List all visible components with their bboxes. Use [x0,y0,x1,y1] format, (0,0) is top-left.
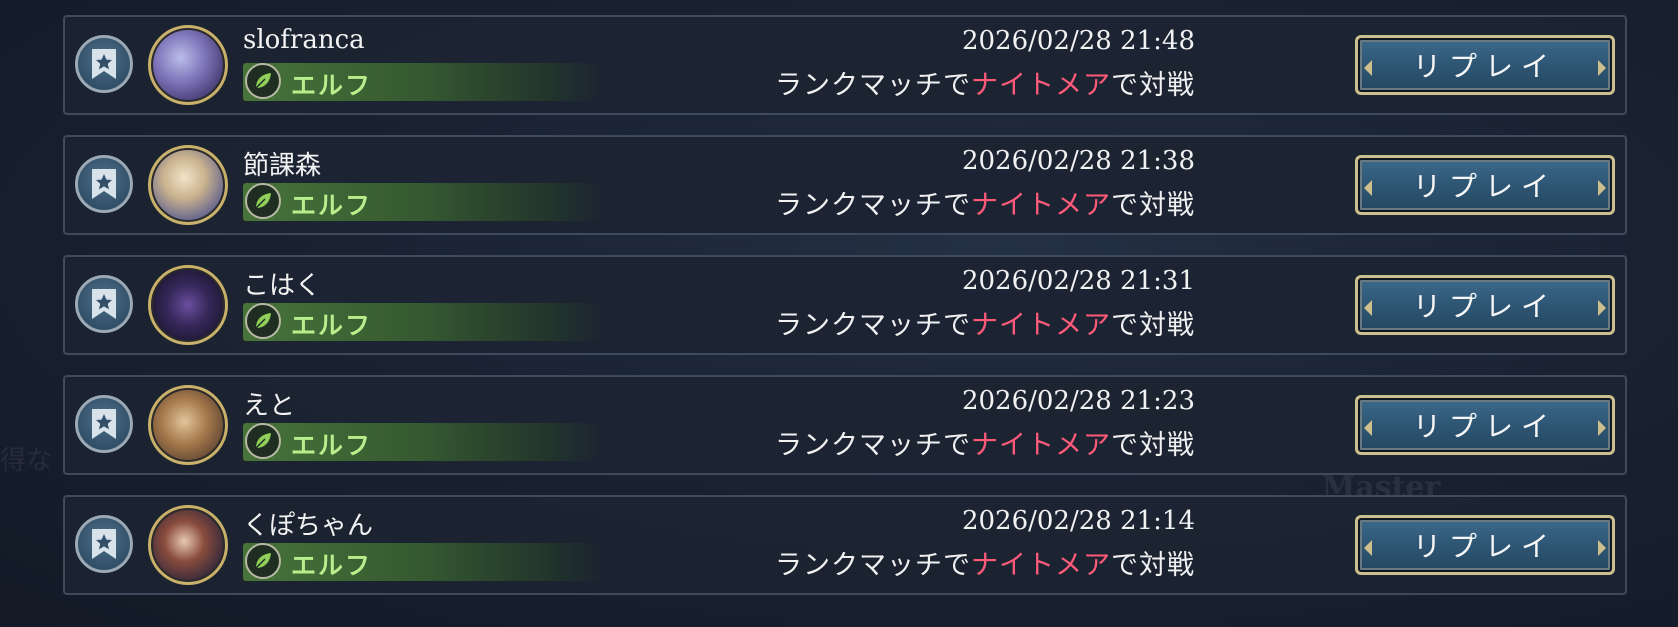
leaf-icon [245,183,281,219]
favorite-star-button[interactable] [75,515,133,573]
opponent-class: ナイトメア [971,550,1111,581]
replay-button-label: リプレイ [1412,170,1557,203]
replay-row: こはく エルフ 2026/02/28 21:31 ランクマッチでナイトメアで対戦… [63,255,1627,355]
replay-row: くぽちゃん エルフ 2026/02/28 21:14 ランクマッチでナイトメアで… [63,495,1627,595]
opponent-class: ナイトメア [971,70,1111,101]
class-bar: エルフ [243,543,603,581]
left-ornament-icon [1364,60,1372,76]
replay-button-label: リプレイ [1412,50,1557,83]
desc-prefix: ランクマッチで [775,430,971,461]
replay-button[interactable]: リプレイ [1355,35,1615,95]
class-label: エルフ [291,71,373,100]
right-ornament-icon [1598,60,1606,76]
class-bar: エルフ [243,63,603,101]
match-description: ランクマッチでナイトメアで対戦 [775,303,1195,342]
class-label: エルフ [291,551,373,580]
desc-suffix: で対戦 [1111,550,1195,581]
player-name: くぽちゃん [243,511,374,541]
replay-list: slofranca エルフ 2026/02/28 21:48 ランクマッチでナイ… [63,15,1627,615]
right-ornament-icon [1598,420,1606,436]
right-ornament-icon [1598,300,1606,316]
favorite-star-button[interactable] [75,155,133,213]
left-ornament-icon [1364,540,1372,556]
replay-button-label: リプレイ [1412,530,1557,563]
player-name: 節課森 [243,151,322,181]
player-avatar[interactable] [148,265,228,345]
class-label: エルフ [291,311,373,340]
left-ornament-icon [1364,180,1372,196]
match-datetime: 2026/02/28 21:48 [961,26,1195,56]
match-datetime: 2026/02/28 21:31 [961,266,1195,296]
player-avatar[interactable] [148,505,228,585]
class-label: エルフ [291,191,373,220]
star-bookmark-icon [92,409,116,439]
player-name: えと [243,391,296,421]
favorite-star-button[interactable] [75,395,133,453]
match-description: ランクマッチでナイトメアで対戦 [775,423,1195,462]
replay-row: 節課森 エルフ 2026/02/28 21:38 ランクマッチでナイトメアで対戦… [63,135,1627,235]
desc-prefix: ランクマッチで [775,550,971,581]
star-bookmark-icon [92,169,116,199]
match-description: ランクマッチでナイトメアで対戦 [775,183,1195,222]
opponent-class: ナイトメア [971,430,1111,461]
leaf-icon [245,423,281,459]
desc-suffix: で対戦 [1111,310,1195,341]
class-label: エルフ [291,431,373,460]
star-bookmark-icon [92,529,116,559]
star-bookmark-icon [92,49,116,79]
desc-prefix: ランクマッチで [775,190,971,221]
class-bar: エルフ [243,303,603,341]
star-bookmark-icon [92,289,116,319]
replay-button[interactable]: リプレイ [1355,275,1615,335]
leaf-icon [245,543,281,579]
left-ornament-icon [1364,420,1372,436]
player-name: こはく [243,271,322,301]
desc-suffix: で対戦 [1111,190,1195,221]
leaf-icon [245,63,281,99]
background-text-left: 得な [0,446,53,476]
player-avatar[interactable] [148,145,228,225]
leaf-icon [245,303,281,339]
class-bar: エルフ [243,183,603,221]
class-bar: エルフ [243,423,603,461]
match-description: ランクマッチでナイトメアで対戦 [775,543,1195,582]
replay-button-label: リプレイ [1412,290,1557,323]
desc-suffix: で対戦 [1111,70,1195,101]
desc-suffix: で対戦 [1111,430,1195,461]
match-datetime: 2026/02/28 21:14 [961,506,1195,536]
player-name: slofranca [243,25,365,55]
favorite-star-button[interactable] [75,35,133,93]
favorite-star-button[interactable] [75,275,133,333]
replay-row: えと エルフ 2026/02/28 21:23 ランクマッチでナイトメアで対戦 … [63,375,1627,475]
replay-row: slofranca エルフ 2026/02/28 21:48 ランクマッチでナイ… [63,15,1627,115]
replay-button-label: リプレイ [1412,410,1557,443]
replay-button[interactable]: リプレイ [1355,395,1615,455]
player-avatar[interactable] [148,25,228,105]
left-ornament-icon [1364,300,1372,316]
replay-button[interactable]: リプレイ [1355,515,1615,575]
desc-prefix: ランクマッチで [775,310,971,341]
match-description: ランクマッチでナイトメアで対戦 [775,63,1195,102]
match-datetime: 2026/02/28 21:38 [961,146,1195,176]
right-ornament-icon [1598,540,1606,556]
desc-prefix: ランクマッチで [775,70,971,101]
opponent-class: ナイトメア [971,190,1111,221]
replay-button[interactable]: リプレイ [1355,155,1615,215]
match-datetime: 2026/02/28 21:23 [961,386,1195,416]
player-avatar[interactable] [148,385,228,465]
opponent-class: ナイトメア [971,310,1111,341]
right-ornament-icon [1598,180,1606,196]
